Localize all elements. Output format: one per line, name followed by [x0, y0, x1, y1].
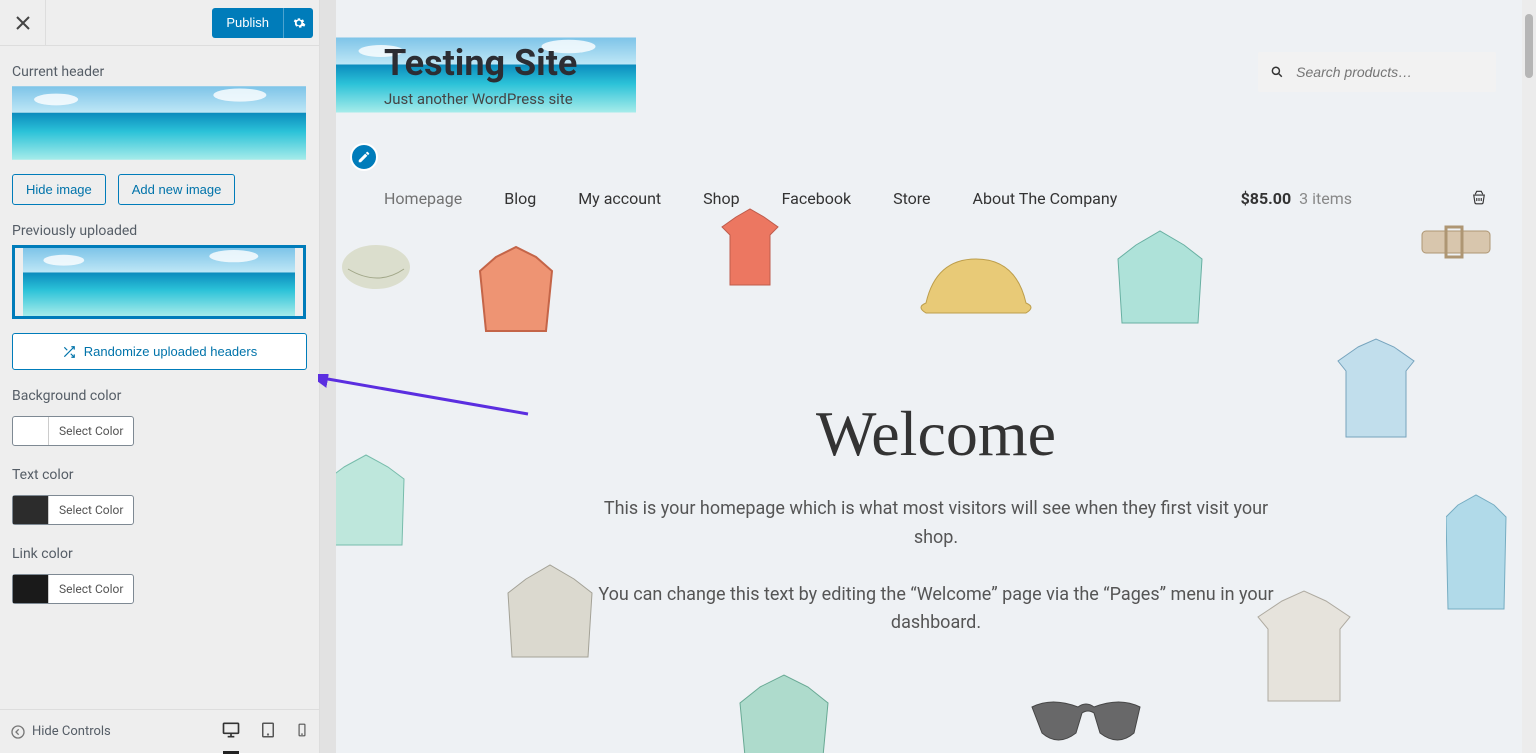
tshirt-icon	[716, 207, 806, 297]
hide-image-button[interactable]: Hide image	[12, 174, 106, 205]
search-icon	[1270, 64, 1284, 80]
search-input[interactable]	[1294, 63, 1484, 81]
select-color-label: Select Color	[49, 424, 133, 438]
background-color-picker[interactable]: Select Color	[12, 416, 134, 446]
previously-uploaded-label: Previously uploaded	[12, 223, 307, 239]
customizer-sidebar: Publish Current header Hide image Add ne…	[0, 0, 320, 753]
link-color-picker[interactable]: Select Color	[12, 574, 134, 604]
tshirt-icon	[1256, 587, 1386, 717]
swatch-icon	[13, 496, 49, 524]
site-title[interactable]: Testing Site	[384, 42, 577, 84]
jacket-icon	[476, 237, 576, 347]
cap-icon	[916, 243, 1036, 333]
primary-nav: Homepage Blog My account Shop Facebook S…	[336, 169, 1536, 227]
mobile-icon	[295, 721, 309, 739]
nav-item-store[interactable]: Store	[893, 189, 930, 208]
beach-thumb-icon	[15, 248, 303, 316]
add-new-image-button[interactable]: Add new image	[118, 174, 236, 205]
hide-controls-label: Hide Controls	[32, 724, 111, 739]
cart-total: $85.00	[1241, 189, 1292, 208]
belt-icon	[1416, 215, 1496, 275]
hoodie-icon	[506, 557, 616, 667]
current-header-label: Current header	[12, 64, 307, 80]
basket-icon	[1470, 189, 1488, 207]
close-button[interactable]	[0, 0, 46, 46]
desktop-preview-button[interactable]	[221, 720, 241, 744]
site-preview: Testing Site Just another WordPress site…	[336, 0, 1536, 753]
select-color-label: Select Color	[49, 503, 133, 517]
sidebar-body[interactable]: Current header Hide image Add new image …	[0, 46, 319, 709]
background-color-label: Background color	[12, 388, 307, 404]
text-color-picker[interactable]: Select Color	[12, 495, 134, 525]
nav-item-my-account[interactable]: My account	[578, 189, 661, 208]
tablet-preview-button[interactable]	[259, 721, 277, 743]
cart-link[interactable]: $85.00 3 items	[1241, 189, 1488, 208]
randomize-label: Randomize uploaded headers	[84, 344, 257, 359]
site-tagline: Just another WordPress site	[384, 90, 577, 108]
hoodie-icon	[336, 447, 416, 557]
welcome-p1: This is your homepage which is what most…	[596, 495, 1276, 553]
publish-button[interactable]: Publish	[212, 8, 283, 38]
search-box[interactable]	[1258, 52, 1496, 92]
polo-icon	[1336, 337, 1446, 457]
tablet-icon	[259, 721, 277, 739]
shoe-icon	[336, 227, 416, 297]
swatch-icon	[13, 575, 49, 603]
mobile-preview-button[interactable]	[295, 721, 309, 743]
page-content: Welcome This is your homepage which is w…	[336, 227, 1536, 753]
edit-shortcut-button[interactable]	[350, 143, 378, 171]
cart-items: 3 items	[1299, 189, 1352, 208]
sunglasses-icon	[1026, 687, 1146, 747]
sidebar-header: Publish	[0, 0, 319, 46]
close-icon	[15, 15, 31, 31]
nav-item-facebook[interactable]: Facebook	[782, 189, 851, 208]
shuffle-icon	[62, 345, 76, 359]
nav-item-shop[interactable]: Shop	[703, 189, 739, 208]
swatch-icon	[13, 417, 49, 445]
hoodie-icon	[736, 667, 856, 753]
desktop-icon	[221, 720, 241, 740]
hide-controls-button[interactable]: Hide Controls	[10, 724, 111, 740]
sidebar-footer: Hide Controls	[0, 709, 319, 753]
select-color-label: Select Color	[49, 582, 133, 596]
text-color-label: Text color	[12, 467, 307, 483]
pencil-icon	[357, 150, 371, 164]
previous-header-thumb[interactable]	[12, 245, 306, 319]
preview-scrollbar[interactable]	[1522, 0, 1536, 753]
nav-item-blog[interactable]: Blog	[504, 189, 536, 208]
randomize-headers-button[interactable]: Randomize uploaded headers	[12, 333, 307, 370]
chevron-left-icon	[10, 724, 26, 740]
sidebar-scrollbar[interactable]	[320, 0, 336, 753]
hoodie-icon	[1116, 223, 1226, 333]
site-header: Testing Site Just another WordPress site…	[336, 0, 1536, 227]
welcome-p2: You can change this text by editing the …	[596, 581, 1276, 639]
gear-icon	[292, 16, 306, 30]
nav-item-about[interactable]: About The Company	[973, 189, 1118, 208]
current-header-thumb[interactable]	[12, 86, 306, 160]
publish-settings-button[interactable]	[283, 8, 313, 38]
nav-item-homepage[interactable]: Homepage	[384, 189, 462, 208]
hoodie-icon	[1446, 487, 1516, 617]
link-color-label: Link color	[12, 546, 307, 562]
welcome-title: Welcome	[376, 397, 1496, 471]
beach-thumb-icon	[12, 86, 306, 160]
